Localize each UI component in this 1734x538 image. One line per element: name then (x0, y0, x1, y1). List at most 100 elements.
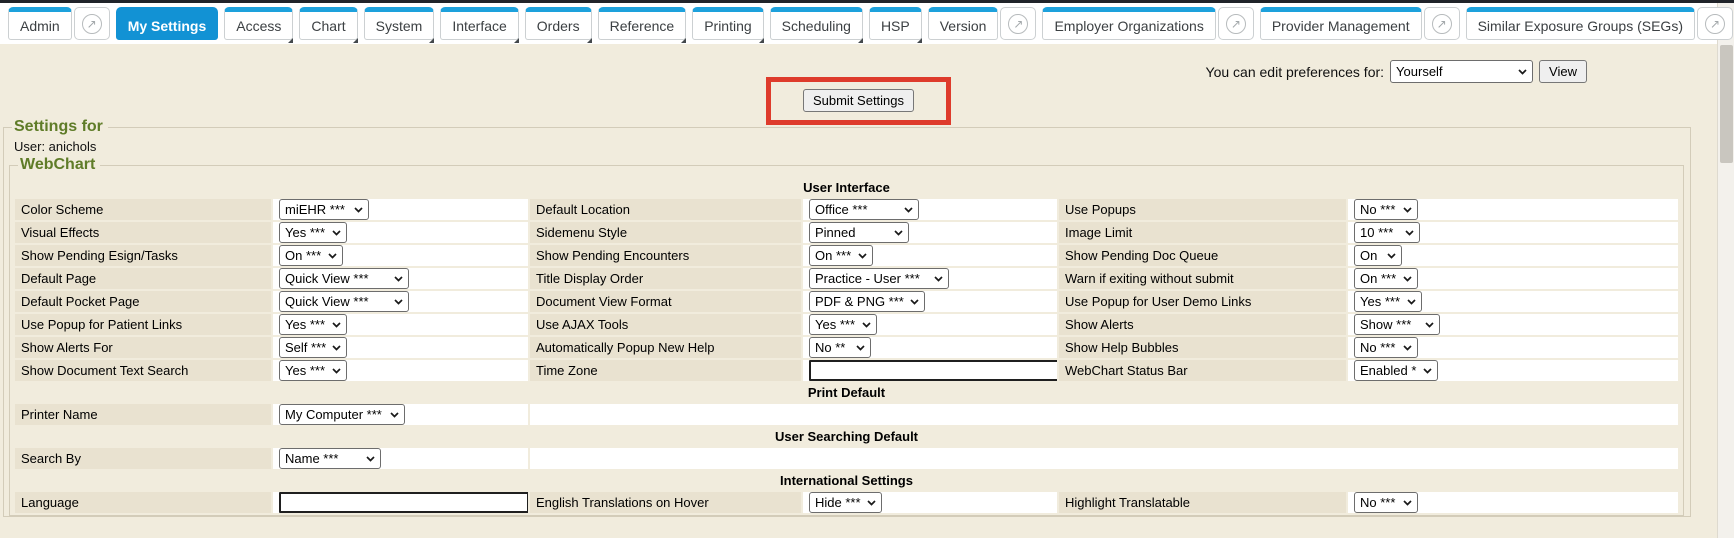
select-value: Hide *** (815, 495, 861, 510)
tab-reference[interactable]: Reference (598, 7, 687, 40)
select-value: Yes *** (285, 363, 325, 378)
chevron-down-icon (856, 345, 865, 351)
edit-preferences-select[interactable]: Yourself (1390, 60, 1533, 83)
tab-scheduling[interactable]: Scheduling (770, 7, 863, 40)
select-value: No ** (815, 340, 845, 355)
setting-label: Use Popups (1059, 199, 1346, 220)
select-value: Name *** (285, 451, 338, 466)
setting-label: Sidemenu Style (530, 222, 801, 243)
edit-preferences-bar: You can edit preferences for: Yourself V… (1206, 60, 1587, 83)
default-location-select[interactable]: Office *** (809, 199, 919, 220)
tab-my-settings[interactable]: My Settings (116, 7, 219, 40)
language-input[interactable] (279, 492, 528, 513)
english-translations-on-hover-select[interactable]: Hide *** (809, 492, 882, 513)
document-view-format-select[interactable]: PDF & PNG *** (809, 291, 925, 312)
setting-label: Warn if exiting without submit (1059, 268, 1346, 289)
setting-value-cell: 10 *** (1348, 222, 1678, 243)
popout-button-provider-management[interactable]: ↗ (1424, 7, 1460, 40)
printer-name-select[interactable]: My Computer *** (279, 404, 405, 425)
tab-interface[interactable]: Interface (440, 7, 518, 40)
popout-button-similar-exposure-groups-segs[interactable]: ↗ (1697, 7, 1733, 40)
tab-chart[interactable]: Chart (299, 7, 357, 40)
popout-button-version[interactable]: ↗ (1000, 7, 1036, 40)
setting-label: Document View Format (530, 291, 801, 312)
setting-value-cell: My Computer *** (273, 404, 528, 425)
show-pending-doc-queue-select[interactable]: On (1354, 245, 1402, 266)
sidemenu-style-select[interactable]: Pinned (809, 222, 909, 243)
time-zone-input[interactable] (809, 360, 1057, 381)
visual-effects-select[interactable]: Yes *** (279, 222, 347, 243)
show-alerts-for-select[interactable]: Self *** (279, 337, 347, 358)
settings-row: Default PageQuick View ***Title Display … (15, 268, 1678, 289)
select-value: Yes *** (285, 317, 325, 332)
popout-button-employer-organizations[interactable]: ↗ (1218, 7, 1254, 40)
select-value: Self *** (285, 340, 326, 355)
select-value: Yes *** (1360, 294, 1400, 309)
show-help-bubbles-select[interactable]: No *** (1354, 337, 1418, 358)
select-value: Practice - User *** (815, 271, 920, 286)
tab-system[interactable]: System (364, 7, 435, 40)
tab-access[interactable]: Access (224, 7, 293, 40)
tab-similar-exposure-groups-segs[interactable]: Similar Exposure Groups (SEGs) (1466, 7, 1695, 40)
tab-label: Version (940, 18, 987, 34)
scrollbar-thumb[interactable] (1720, 45, 1733, 163)
tab-provider-management[interactable]: Provider Management (1260, 7, 1422, 40)
popout-arrow-icon: ↗ (1432, 14, 1452, 34)
setting-value-cell: On (1348, 245, 1678, 266)
select-value: My Computer *** (285, 407, 382, 422)
edit-preferences-label: You can edit preferences for: (1206, 64, 1385, 80)
use-popups-select[interactable]: No *** (1354, 199, 1418, 220)
tab-employer-organizations[interactable]: Employer Organizations (1042, 7, 1215, 40)
submit-settings-button[interactable]: Submit Settings (803, 89, 914, 112)
chevron-down-icon (904, 207, 913, 213)
chevron-down-icon (1387, 253, 1396, 259)
tab-orders[interactable]: Orders (525, 7, 592, 40)
color-scheme-select[interactable]: miEHR *** (279, 199, 369, 220)
tab-label: Chart (311, 18, 345, 34)
setting-label: Automatically Popup New Help (530, 337, 801, 358)
chevron-down-icon (867, 500, 876, 506)
window-top-edge (0, 0, 1734, 3)
settings-row: Default Pocket PageQuick View ***Documen… (15, 291, 1678, 312)
use-ajax-tools-select[interactable]: Yes *** (809, 314, 877, 335)
tab-version[interactable]: Version (928, 7, 999, 40)
show-document-text-search-select[interactable]: Yes *** (279, 360, 347, 381)
setting-value-cell: Office *** (803, 199, 1057, 220)
tab-admin[interactable]: Admin (8, 7, 72, 40)
setting-value-cell: No *** (1348, 337, 1678, 358)
setting-value-cell: Practice - User *** (803, 268, 1057, 289)
settings-row: Show Pending Esign/TasksOn ***Show Pendi… (15, 245, 1678, 266)
popout-button-admin[interactable]: ↗ (74, 7, 110, 40)
popout-arrow-icon: ↗ (82, 14, 102, 34)
default-page-select[interactable]: Quick View *** (279, 268, 409, 289)
chevron-down-icon (394, 299, 403, 305)
settings-row: Color SchememiEHR ***Default LocationOff… (15, 199, 1678, 220)
use-popup-for-user-demo-links-select[interactable]: Yes *** (1354, 291, 1422, 312)
select-value: Quick View *** (285, 271, 369, 286)
image-limit-select[interactable]: 10 *** (1354, 222, 1420, 243)
tab-hsp[interactable]: HSP (869, 7, 922, 40)
tab-label: Similar Exposure Groups (SEGs) (1478, 18, 1683, 34)
default-pocket-page-select[interactable]: Quick View *** (279, 291, 409, 312)
settings-row: Show Alerts ForSelf ***Automatically Pop… (15, 337, 1678, 358)
select-value: No *** (1360, 495, 1395, 510)
tab-printing[interactable]: Printing (692, 7, 763, 40)
highlight-translatable-select[interactable]: No *** (1354, 492, 1418, 513)
title-display-order-select[interactable]: Practice - User *** (809, 268, 949, 289)
show-pending-esign-tasks-select[interactable]: On *** (279, 245, 343, 266)
search-by-select[interactable]: Name *** (279, 448, 381, 469)
warn-if-exiting-without-submit-select[interactable]: On *** (1354, 268, 1418, 289)
show-pending-encounters-select[interactable]: On *** (809, 245, 873, 266)
webchart-status-bar-select[interactable]: Enabled * (1354, 360, 1438, 381)
popout-arrow-icon: ↗ (1008, 14, 1028, 34)
scrollbar[interactable] (1717, 3, 1734, 538)
setting-value-cell: No *** (1348, 492, 1678, 513)
use-popup-for-patient-links-select[interactable]: Yes *** (279, 314, 347, 335)
setting-value-cell (803, 360, 1057, 381)
view-button[interactable]: View (1539, 60, 1587, 83)
setting-value-cell: On *** (1348, 268, 1678, 289)
popout-arrow-icon: ↗ (1226, 14, 1246, 34)
show-alerts-select[interactable]: Show *** (1354, 314, 1440, 335)
automatically-popup-new-help-select[interactable]: No ** (809, 337, 871, 358)
select-value: Quick View *** (285, 294, 369, 309)
